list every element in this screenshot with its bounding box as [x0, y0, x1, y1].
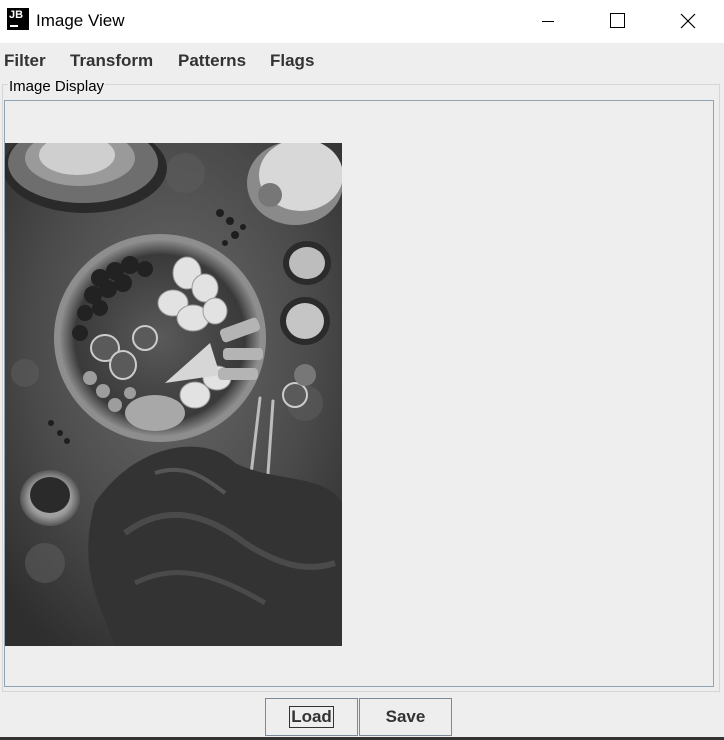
app-logo-text: JB — [9, 9, 24, 21]
close-button[interactable] — [665, 0, 711, 43]
minimize-button[interactable] — [525, 0, 571, 43]
food-photo-image — [5, 143, 342, 646]
app-logo-icon: JB — [7, 8, 29, 30]
button-row: Load Save — [0, 692, 724, 740]
menu-filter[interactable]: Filter — [4, 51, 46, 71]
load-button-label: Load — [289, 706, 334, 728]
load-button[interactable]: Load — [265, 698, 358, 736]
image-display-title: Image Display — [8, 78, 106, 95]
save-button-label: Save — [385, 707, 426, 726]
menu-flags[interactable]: Flags — [270, 51, 314, 71]
minimize-icon — [542, 21, 554, 22]
menu-bar: Filter Transform Patterns Flags — [0, 43, 724, 77]
save-button[interactable]: Save — [359, 698, 452, 736]
menu-patterns[interactable]: Patterns — [178, 51, 246, 71]
window-title: Image View — [36, 11, 125, 30]
displayed-image — [5, 143, 342, 646]
close-icon — [680, 13, 696, 29]
menu-transform[interactable]: Transform — [70, 51, 153, 71]
maximize-icon — [610, 13, 625, 28]
title-bar: JB Image View — [0, 0, 724, 43]
maximize-button[interactable] — [594, 0, 640, 43]
